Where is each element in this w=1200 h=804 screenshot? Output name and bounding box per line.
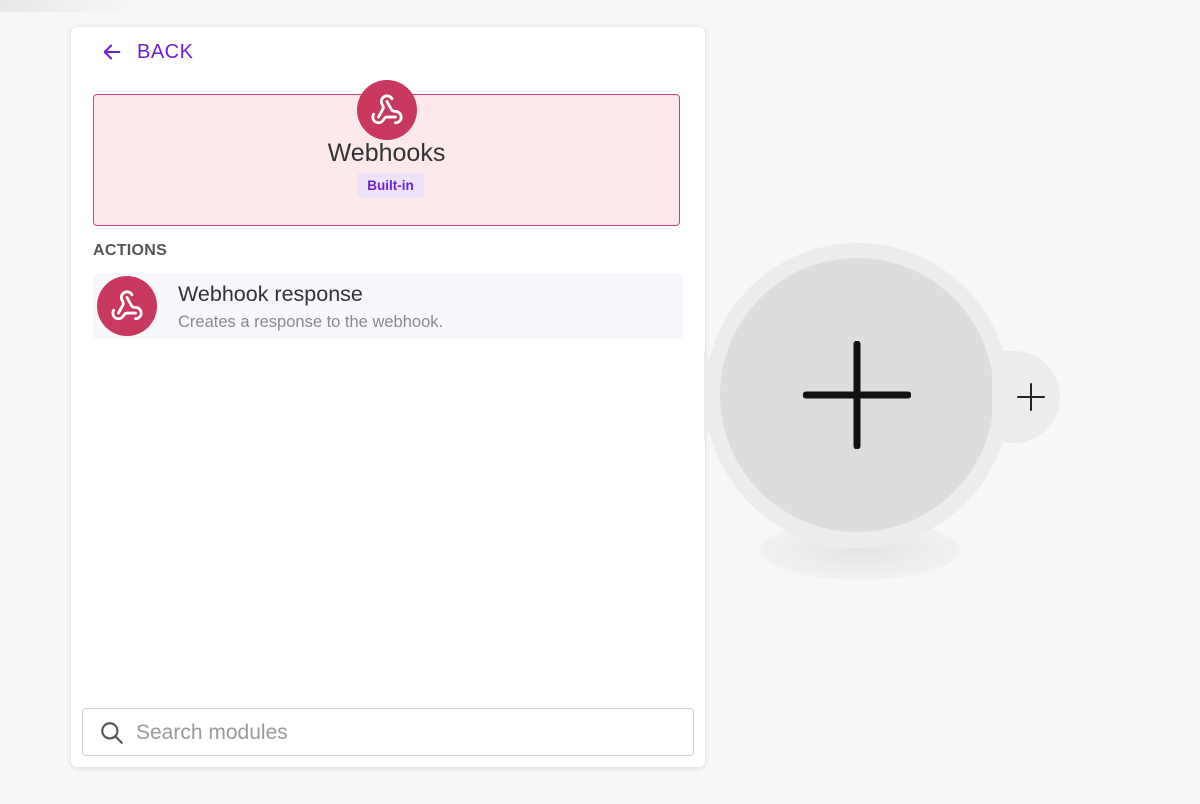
add-module-button[interactable] — [720, 258, 994, 532]
scenario-canvas: BACK Webhooks Built-in ACTIONS Webhook r… — [0, 0, 1200, 804]
webhook-icon — [371, 94, 403, 125]
arrow-left-icon — [103, 44, 121, 60]
action-icon — [97, 276, 157, 336]
add-next-module-button[interactable] — [992, 351, 1060, 443]
back-label: BACK — [137, 40, 194, 63]
module-picker-panel: BACK Webhooks Built-in ACTIONS Webhook r… — [71, 27, 705, 767]
actions-heading: ACTIONS — [93, 242, 168, 259]
action-description: Creates a response to the webhook. — [178, 313, 444, 331]
webhook-icon — [111, 290, 143, 321]
plus-icon — [803, 341, 911, 449]
canvas-edge-shadow — [0, 0, 140, 12]
action-title: Webhook response — [178, 282, 363, 306]
search-input[interactable] — [134, 715, 678, 751]
app-logo — [357, 80, 417, 140]
app-title: Webhooks — [327, 139, 446, 167]
search-box — [82, 708, 694, 756]
back-button[interactable]: BACK — [101, 39, 193, 65]
plus-icon — [1017, 383, 1045, 411]
builtin-badge: Built-in — [357, 173, 424, 198]
search-icon — [101, 722, 123, 744]
action-item-webhook-response[interactable]: Webhook response Creates a response to t… — [93, 273, 683, 339]
